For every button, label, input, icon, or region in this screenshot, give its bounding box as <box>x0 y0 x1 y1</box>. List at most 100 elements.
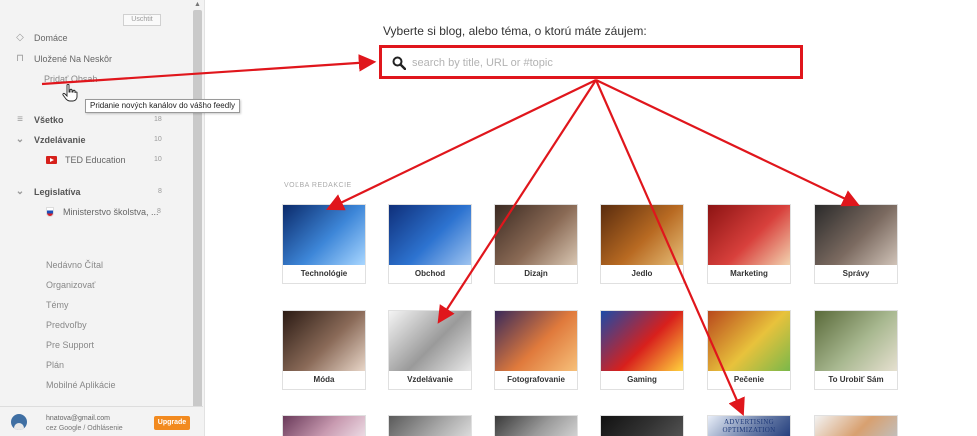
feed-label: TED Education <box>65 155 126 165</box>
feed-label: Legislatíva <box>34 187 81 197</box>
annotation-arrow <box>326 79 597 211</box>
sidebar-link-mobile-apps[interactable]: Mobilné Aplikácie <box>46 380 116 390</box>
sidebar-link-organize[interactable]: Organizovať <box>46 280 95 290</box>
upgrade-button[interactable]: Upgrade <box>154 416 190 430</box>
topic-tile[interactable]: Fotografovanie <box>494 310 578 390</box>
topic-image <box>601 311 683 371</box>
feed-count: 18 <box>154 116 162 123</box>
topic-tile[interactable] <box>282 415 366 436</box>
topic-image <box>708 311 790 371</box>
topic-image-caption: ADVERTISING OPTIMIZATION <box>722 418 776 434</box>
feed-count: 8 <box>158 188 162 195</box>
pin-sidebar-button[interactable]: Uschtit <box>123 14 161 26</box>
sidebar-item-label: Pridať Obsah <box>44 74 98 84</box>
topic-image <box>815 205 897 265</box>
topic-label: Jedlo <box>631 269 653 278</box>
feed-count: 8 <box>157 208 161 215</box>
topic-image <box>601 205 683 265</box>
sidebar-item-add-content[interactable]: Pridať Obsah <box>44 74 97 84</box>
topic-image <box>815 416 897 436</box>
home-icon: ◇ <box>16 32 24 43</box>
sidebar-link-pro-support[interactable]: Pre Support <box>46 340 94 350</box>
section-label: VOĽBA REDAKCIE <box>284 182 352 189</box>
topic-tile[interactable]: Marketing <box>707 204 791 284</box>
sidebar-feed-all[interactable]: ≡ Všetko <box>14 114 63 126</box>
topic-tile[interactable]: Technológie <box>282 204 366 284</box>
topic-tile[interactable]: Jedlo <box>600 204 684 284</box>
sidebar-feed-education[interactable]: ⌄ Vzdelávanie <box>14 134 86 146</box>
page-title: Vyberte si blog, alebo téma, o ktorú mát… <box>383 24 647 38</box>
sidebar-feed-ted[interactable]: TED Education <box>46 155 126 165</box>
topic-label: Vzdelávanie <box>407 375 453 384</box>
bookmark-icon: ⊓ <box>16 53 24 64</box>
hand-cursor-icon <box>62 84 78 102</box>
topic-tile[interactable] <box>388 415 472 436</box>
topic-tile[interactable]: Móda <box>282 310 366 390</box>
topic-label: Gaming <box>627 375 657 384</box>
annotation-arrow <box>437 79 597 324</box>
account-email: hnatova@gmail.com <box>46 415 110 422</box>
youtube-icon <box>46 156 57 164</box>
sidebar-item-label: Uložené Na Neskôr <box>34 54 113 64</box>
account-logout-link[interactable]: cez Google / Odhlásenie <box>46 425 123 432</box>
topic-image <box>495 205 577 265</box>
topic-tile[interactable] <box>494 415 578 436</box>
list-icon: ≡ <box>17 114 23 125</box>
topic-label: Obchod <box>414 269 446 278</box>
annotation-arrow <box>595 79 860 207</box>
topic-label: Móda <box>313 375 335 384</box>
topic-tile[interactable]: ADVERTISING OPTIMIZATION <box>707 415 791 436</box>
account-panel: hnatova@gmail.com cez Google / Odhláseni… <box>0 406 203 436</box>
topic-image <box>283 205 365 265</box>
topic-image <box>815 311 897 371</box>
sidebar-link-recently-read[interactable]: Nedávno Čítal <box>46 260 103 270</box>
topic-tile[interactable] <box>600 415 684 436</box>
sidebar-feed-ministry[interactable]: Ministerstvo školstva, ... <box>46 207 159 217</box>
sidebar-item-saved[interactable]: ⊓ Uložené Na Neskôr <box>14 53 113 65</box>
topic-tile[interactable]: Obchod <box>388 204 472 284</box>
scroll-up-arrow[interactable]: ▲ <box>193 0 202 10</box>
topic-label: Fotografovanie <box>507 375 565 384</box>
topic-label: To Urobiť Sám <box>828 375 884 384</box>
sidebar-link-plan[interactable]: Plán <box>46 360 64 370</box>
topic-label: Dizajn <box>524 269 548 278</box>
sidebar-scrollbar[interactable] <box>193 10 202 420</box>
topic-label: Pečenie <box>733 375 765 384</box>
topic-image <box>389 416 471 436</box>
sidebar-item-label: Domáce <box>34 33 68 43</box>
topic-image <box>495 416 577 436</box>
search-box[interactable] <box>379 45 803 79</box>
topic-tile[interactable]: Gaming <box>600 310 684 390</box>
feed-label: Ministerstvo školstva, ... <box>63 207 159 217</box>
sidebar-feed-legislation[interactable]: ⌄ Legislatíva <box>14 186 81 198</box>
topic-image <box>283 416 365 436</box>
chevron-down-icon: ⌄ <box>15 134 25 145</box>
topic-label: Marketing <box>730 269 768 278</box>
topic-image <box>601 416 683 436</box>
topic-tile[interactable]: To Urobiť Sám <box>814 310 898 390</box>
sidebar-link-preferences[interactable]: Predvoľby <box>46 320 87 330</box>
topic-tile[interactable]: Správy <box>814 204 898 284</box>
topic-image <box>708 205 790 265</box>
topic-image <box>389 205 471 265</box>
avatar[interactable] <box>11 414 27 430</box>
sidebar-link-themes[interactable]: Témy <box>46 300 69 310</box>
slovak-coat-of-arms-icon <box>46 207 54 217</box>
topic-tile[interactable]: Pečenie <box>707 310 791 390</box>
feed-count: 10 <box>154 156 162 163</box>
topic-tile[interactable]: Dizajn <box>494 204 578 284</box>
topic-label: Správy <box>842 269 870 278</box>
topic-tile[interactable] <box>814 415 898 436</box>
search-icon <box>392 56 406 70</box>
chevron-down-icon: ⌄ <box>15 186 25 197</box>
sidebar: Uschtit ▲ ◇ Domáce ⊓ Uložené Na Neskôr P… <box>0 0 205 436</box>
topic-image: ADVERTISING OPTIMIZATION <box>708 416 790 436</box>
tooltip: Pridanie nových kanálov do vášho feedly <box>85 99 240 113</box>
topic-image <box>283 311 365 371</box>
search-input[interactable] <box>412 55 782 71</box>
topic-tile[interactable]: Vzdelávanie <box>388 310 472 390</box>
feed-label: Vzdelávanie <box>34 135 86 145</box>
sidebar-item-home[interactable]: ◇ Domáce <box>14 32 68 44</box>
topic-image <box>495 311 577 371</box>
topic-label: Technológie <box>300 269 348 278</box>
